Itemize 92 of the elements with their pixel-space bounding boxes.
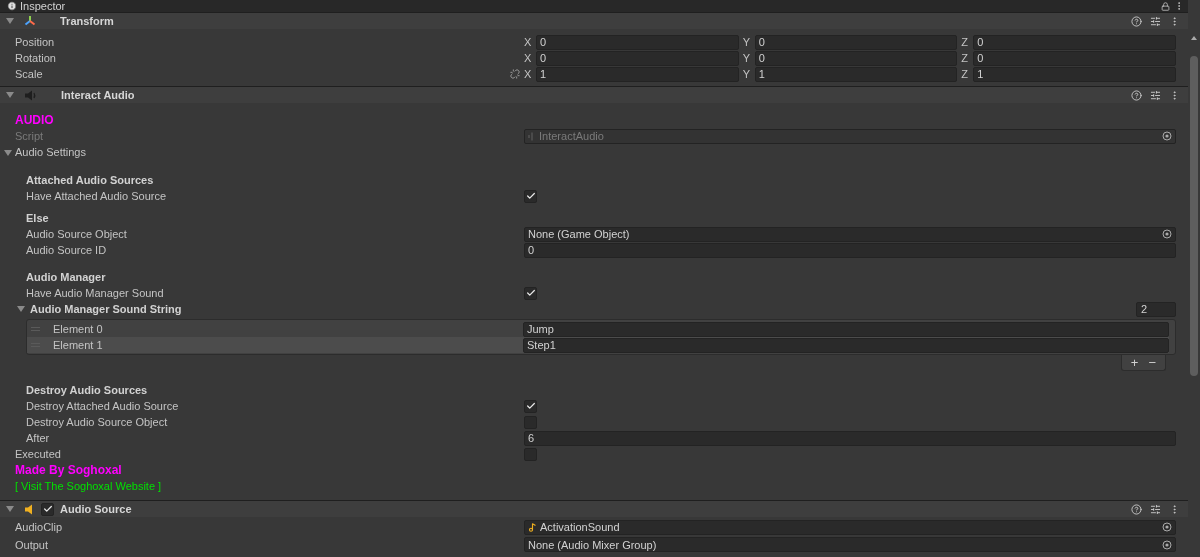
foldout-arrow-icon[interactable] <box>6 18 14 24</box>
object-field[interactable]: None (Game Object) <box>524 226 1176 242</box>
number-field[interactable]: 0 <box>754 34 958 50</box>
website-link[interactable]: [ Visit The Soghoxal Website ] <box>15 480 162 492</box>
number-field[interactable]: 1 <box>973 66 1176 82</box>
speaker-icon <box>24 89 37 101</box>
field-label: After <box>25 432 51 444</box>
field-label: Audio Source Object <box>25 228 128 240</box>
number-field[interactable]: 1 <box>754 66 958 82</box>
section-title: Made By Soghoxal <box>15 463 122 477</box>
field-label: Rotation <box>14 52 56 64</box>
section-heading: Else <box>26 212 49 224</box>
field-label: Have Audio Manager Sound <box>25 287 165 299</box>
checkbox[interactable] <box>524 399 537 413</box>
checkbox[interactable] <box>524 286 537 300</box>
axis-label: X <box>524 52 533 64</box>
number-field[interactable]: 0 <box>973 50 1176 66</box>
text-field[interactable]: Jump <box>523 321 1169 337</box>
preset-icon[interactable] <box>1150 89 1161 101</box>
object-field[interactable]: None (Audio Mixer Group) <box>524 537 1176 552</box>
foldout-label[interactable]: Audio Settings <box>14 146 86 158</box>
number-field[interactable]: 0 <box>973 34 1176 50</box>
object-picker-icon[interactable] <box>1162 229 1172 239</box>
help-icon[interactable] <box>1131 15 1142 27</box>
axis-label: Y <box>742 36 751 48</box>
section-heading: Destroy Audio Sources <box>26 384 148 396</box>
check-icon <box>525 401 536 411</box>
field-label: Destroy Attached Audio Source <box>25 400 180 412</box>
list-label[interactable]: Audio Manager Sound String <box>30 303 182 315</box>
axes-icon <box>24 15 36 27</box>
list-element-row[interactable]: Element 0 Jump <box>27 321 1169 337</box>
foldout-arrow-icon[interactable] <box>4 149 12 156</box>
axis-label: Z <box>961 68 970 80</box>
axis-label: X <box>524 68 533 80</box>
number-field[interactable]: 0 <box>536 34 739 50</box>
text-field[interactable]: Step1 <box>523 337 1169 353</box>
component-title: Interact Audio <box>61 89 135 101</box>
object-picker-icon[interactable] <box>1162 539 1172 550</box>
component-header[interactable]: Transform <box>0 12 1188 29</box>
axis-label: Y <box>742 68 751 80</box>
field-label: Audio Source ID <box>25 244 108 256</box>
number-field[interactable]: 1 <box>536 66 739 82</box>
component-header[interactable]: Audio Source <box>0 500 1188 517</box>
axis-label: Z <box>961 52 970 64</box>
component-title: Transform <box>60 15 114 27</box>
element-label: Element 1 <box>53 339 103 351</box>
section-heading: Audio Manager <box>26 271 106 283</box>
help-icon[interactable] <box>1131 503 1142 515</box>
axis-label: Z <box>961 36 970 48</box>
link-icon[interactable] <box>510 69 520 79</box>
object-field[interactable]: ActivationSound <box>524 519 1176 535</box>
foldout-arrow-icon[interactable] <box>6 506 14 512</box>
axis-label: Y <box>742 52 751 64</box>
component-header[interactable]: Interact Audio <box>0 86 1188 103</box>
preset-icon[interactable] <box>1150 503 1161 515</box>
speaker-icon <box>24 503 35 515</box>
axis-label: X <box>524 36 533 48</box>
object-picker-icon[interactable] <box>1162 522 1172 532</box>
section-heading: Attached Audio Sources <box>26 174 154 186</box>
check-icon <box>525 191 536 201</box>
component-title: Audio Source <box>60 503 132 515</box>
enable-checkbox[interactable] <box>41 502 54 516</box>
help-icon[interactable] <box>1131 89 1142 101</box>
number-field[interactable]: 6 <box>524 430 1176 446</box>
field-label: Have Attached Audio Source <box>25 190 168 202</box>
number-field[interactable]: 0 <box>754 50 958 66</box>
list-size-field[interactable]: 2 <box>1136 301 1176 317</box>
check-icon <box>525 288 536 298</box>
music-note-icon <box>528 522 537 532</box>
field-label: Output <box>14 538 50 551</box>
lock-icon[interactable] <box>1161 1 1170 11</box>
number-field[interactable]: 0 <box>524 242 1176 258</box>
section-title: AUDIO <box>15 113 54 127</box>
list-element-row[interactable]: Element 1 Step1 <box>27 337 1169 353</box>
foldout-arrow-icon[interactable] <box>6 92 14 98</box>
foldout-arrow-icon[interactable] <box>17 306 25 312</box>
number-field[interactable]: 0 <box>536 50 739 66</box>
checkbox[interactable] <box>524 189 537 203</box>
inspector-tab[interactable]: Inspector <box>7 0 66 12</box>
field-label: Executed <box>14 448 62 460</box>
field-label: AudioClip <box>14 521 64 533</box>
object-picker-icon[interactable] <box>1162 131 1172 141</box>
check-icon <box>42 504 53 514</box>
field-label: Scale <box>14 68 43 80</box>
remove-button[interactable]: − <box>1145 355 1159 370</box>
add-button[interactable]: + <box>1127 355 1142 370</box>
script-icon <box>528 131 536 141</box>
element-label: Element 0 <box>53 323 103 335</box>
field-label: Destroy Audio Source Object <box>25 416 169 428</box>
field-label: Script <box>14 130 45 142</box>
preset-icon[interactable] <box>1150 15 1161 27</box>
field-label: Position <box>14 36 55 48</box>
